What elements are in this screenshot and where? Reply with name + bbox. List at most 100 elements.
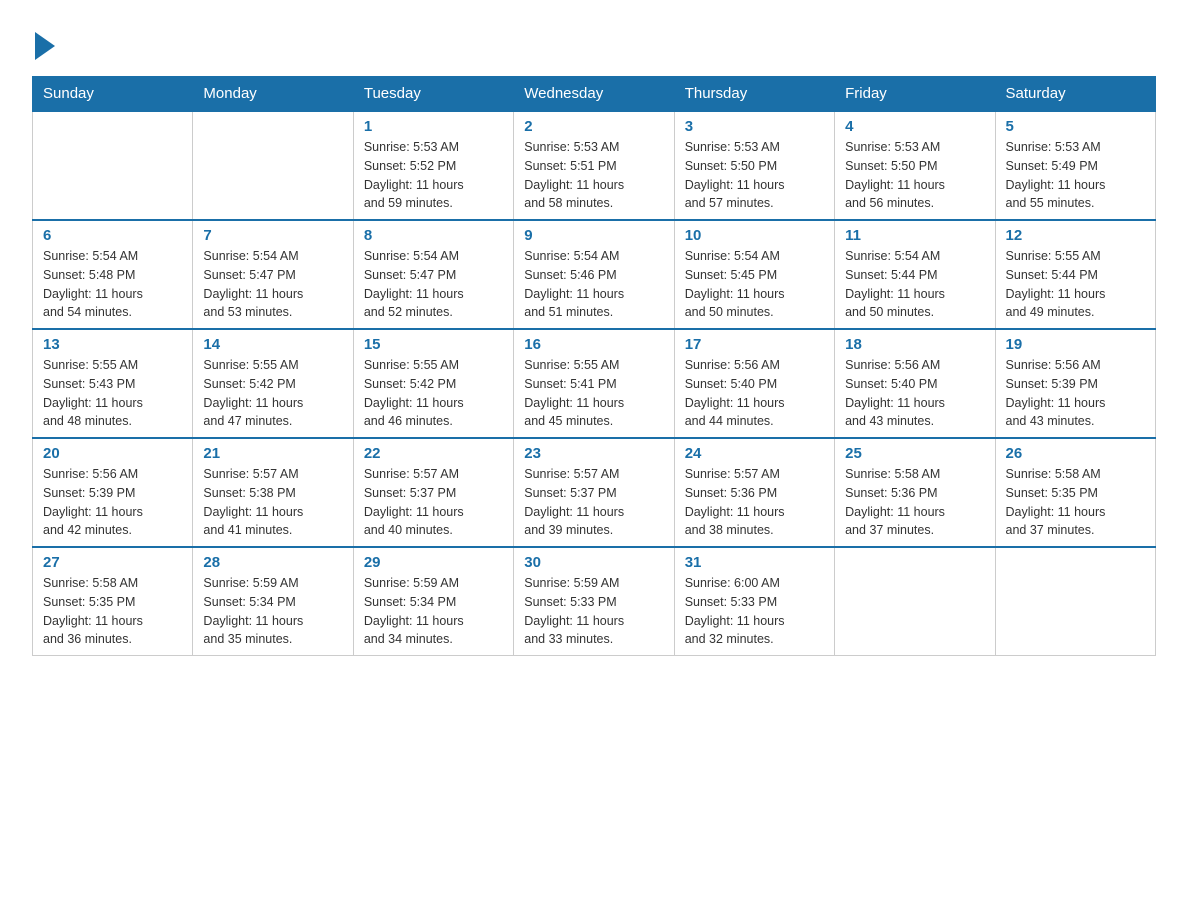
logo-arrow-icon: [35, 32, 55, 60]
weekday-header-tuesday: Tuesday: [353, 77, 513, 112]
calendar-cell: 27 Sunrise: 5:58 AM Sunset: 5:35 PM Dayli…: [33, 547, 193, 656]
day-number: 1: [364, 118, 503, 135]
weekday-header-monday: Monday: [193, 77, 353, 112]
calendar-cell: 10 Sunrise: 5:54 AM Sunset: 5:45 PM Dayli…: [674, 220, 834, 329]
header: [32, 24, 1156, 60]
day-info: Sunrise: 5:59 AM Sunset: 5:33 PM Dayligh…: [524, 574, 663, 649]
calendar-cell: 3Sunrise: 5:53 AM Sunset: 5:50 PM Daylig…: [674, 111, 834, 220]
calendar-cell: 24 Sunrise: 5:57 AM Sunset: 5:36 PM Dayli…: [674, 438, 834, 547]
day-number: 29: [364, 554, 503, 571]
day-number: 31: [685, 554, 824, 571]
day-number: 10: [685, 227, 824, 244]
calendar-cell: 11 Sunrise: 5:54 AM Sunset: 5:44 PM Dayli…: [835, 220, 995, 329]
day-info: Sunrise: 5:55 AM Sunset: 5:41 PM Dayligh…: [524, 356, 663, 431]
day-number: 15: [364, 336, 503, 353]
calendar-cell: 13 Sunrise: 5:55 AM Sunset: 5:43 PM Dayli…: [33, 329, 193, 438]
day-info: Sunrise: 5:56 AM Sunset: 5:40 PM Dayligh…: [845, 356, 984, 431]
day-info: Sunrise: 5:54 AM Sunset: 5:47 PM Dayligh…: [203, 247, 342, 322]
day-info: Sunrise: 5:55 AM Sunset: 5:44 PM Dayligh…: [1006, 247, 1145, 322]
calendar-cell: 15 Sunrise: 5:55 AM Sunset: 5:42 PM Dayli…: [353, 329, 513, 438]
calendar-cell: [33, 111, 193, 220]
weekday-header-saturday: Saturday: [995, 77, 1155, 112]
day-number: 8: [364, 227, 503, 244]
weekday-header-row: SundayMondayTuesdayWednesdayThursdayFrid…: [33, 77, 1156, 112]
day-info: Sunrise: 6:00 AM Sunset: 5:33 PM Dayligh…: [685, 574, 824, 649]
calendar-cell: 6 Sunrise: 5:54 AM Sunset: 5:48 PM Daylig…: [33, 220, 193, 329]
calendar-cell: 17 Sunrise: 5:56 AM Sunset: 5:40 PM Dayli…: [674, 329, 834, 438]
calendar-cell: 8 Sunrise: 5:54 AM Sunset: 5:47 PM Daylig…: [353, 220, 513, 329]
day-info: Sunrise: 5:57 AM Sunset: 5:38 PM Dayligh…: [203, 465, 342, 540]
weekday-header-sunday: Sunday: [33, 77, 193, 112]
day-info: Sunrise: 5:53 AM Sunset: 5:50 PM Dayligh…: [685, 138, 824, 213]
calendar-cell: 14 Sunrise: 5:55 AM Sunset: 5:42 PM Dayli…: [193, 329, 353, 438]
day-info: Sunrise: 5:56 AM Sunset: 5:40 PM Dayligh…: [685, 356, 824, 431]
day-number: 6: [43, 227, 182, 244]
calendar-cell: 23Sunrise: 5:57 AM Sunset: 5:37 PM Dayli…: [514, 438, 674, 547]
day-number: 11: [845, 227, 984, 244]
calendar-cell: 19Sunrise: 5:56 AM Sunset: 5:39 PM Dayli…: [995, 329, 1155, 438]
day-number: 16: [524, 336, 663, 353]
day-number: 17: [685, 336, 824, 353]
calendar-cell: 21 Sunrise: 5:57 AM Sunset: 5:38 PM Dayli…: [193, 438, 353, 547]
calendar-cell: 7Sunrise: 5:54 AM Sunset: 5:47 PM Daylig…: [193, 220, 353, 329]
calendar-cell: 20 Sunrise: 5:56 AM Sunset: 5:39 PM Dayli…: [33, 438, 193, 547]
day-info: Sunrise: 5:54 AM Sunset: 5:46 PM Dayligh…: [524, 247, 663, 322]
day-info: Sunrise: 5:53 AM Sunset: 5:52 PM Dayligh…: [364, 138, 503, 213]
day-info: Sunrise: 5:58 AM Sunset: 5:36 PM Dayligh…: [845, 465, 984, 540]
day-info: Sunrise: 5:57 AM Sunset: 5:37 PM Dayligh…: [364, 465, 503, 540]
calendar-table: SundayMondayTuesdayWednesdayThursdayFrid…: [32, 76, 1156, 656]
day-info: Sunrise: 5:56 AM Sunset: 5:39 PM Dayligh…: [43, 465, 182, 540]
calendar-cell: 29 Sunrise: 5:59 AM Sunset: 5:34 PM Dayli…: [353, 547, 513, 656]
day-number: 27: [43, 554, 182, 571]
calendar-cell: 26 Sunrise: 5:58 AM Sunset: 5:35 PM Dayli…: [995, 438, 1155, 547]
day-info: Sunrise: 5:55 AM Sunset: 5:42 PM Dayligh…: [203, 356, 342, 431]
week-row-3: 13 Sunrise: 5:55 AM Sunset: 5:43 PM Dayli…: [33, 329, 1156, 438]
day-number: 28: [203, 554, 342, 571]
calendar-cell: 12 Sunrise: 5:55 AM Sunset: 5:44 PM Dayli…: [995, 220, 1155, 329]
day-number: 14: [203, 336, 342, 353]
calendar-cell: [835, 547, 995, 656]
day-number: 30: [524, 554, 663, 571]
day-info: Sunrise: 5:55 AM Sunset: 5:43 PM Dayligh…: [43, 356, 182, 431]
day-number: 9: [524, 227, 663, 244]
day-info: Sunrise: 5:55 AM Sunset: 5:42 PM Dayligh…: [364, 356, 503, 431]
day-info: Sunrise: 5:58 AM Sunset: 5:35 PM Dayligh…: [1006, 465, 1145, 540]
calendar-cell: 2 Sunrise: 5:53 AM Sunset: 5:51 PM Daylig…: [514, 111, 674, 220]
day-number: 21: [203, 445, 342, 462]
day-number: 26: [1006, 445, 1145, 462]
day-number: 22: [364, 445, 503, 462]
calendar-cell: 30 Sunrise: 5:59 AM Sunset: 5:33 PM Dayli…: [514, 547, 674, 656]
day-info: Sunrise: 5:54 AM Sunset: 5:47 PM Dayligh…: [364, 247, 503, 322]
day-number: 2: [524, 118, 663, 135]
calendar-cell: 4Sunrise: 5:53 AM Sunset: 5:50 PM Daylig…: [835, 111, 995, 220]
day-info: Sunrise: 5:58 AM Sunset: 5:35 PM Dayligh…: [43, 574, 182, 649]
logo: [32, 24, 55, 60]
calendar-cell: 28 Sunrise: 5:59 AM Sunset: 5:34 PM Dayli…: [193, 547, 353, 656]
week-row-1: 1 Sunrise: 5:53 AM Sunset: 5:52 PM Daylig…: [33, 111, 1156, 220]
day-info: Sunrise: 5:57 AM Sunset: 5:36 PM Dayligh…: [685, 465, 824, 540]
day-number: 5: [1006, 118, 1145, 135]
calendar-cell: 9 Sunrise: 5:54 AM Sunset: 5:46 PM Daylig…: [514, 220, 674, 329]
day-info: Sunrise: 5:53 AM Sunset: 5:51 PM Dayligh…: [524, 138, 663, 213]
day-number: 25: [845, 445, 984, 462]
day-number: 13: [43, 336, 182, 353]
calendar-cell: 31 Sunrise: 6:00 AM Sunset: 5:33 PM Dayli…: [674, 547, 834, 656]
week-row-2: 6 Sunrise: 5:54 AM Sunset: 5:48 PM Daylig…: [33, 220, 1156, 329]
calendar-cell: 5Sunrise: 5:53 AM Sunset: 5:49 PM Daylig…: [995, 111, 1155, 220]
calendar-cell: [193, 111, 353, 220]
day-info: Sunrise: 5:59 AM Sunset: 5:34 PM Dayligh…: [203, 574, 342, 649]
day-number: 18: [845, 336, 984, 353]
calendar-cell: 16 Sunrise: 5:55 AM Sunset: 5:41 PM Dayli…: [514, 329, 674, 438]
day-info: Sunrise: 5:59 AM Sunset: 5:34 PM Dayligh…: [364, 574, 503, 649]
day-info: Sunrise: 5:53 AM Sunset: 5:50 PM Dayligh…: [845, 138, 984, 213]
day-number: 24: [685, 445, 824, 462]
week-row-4: 20 Sunrise: 5:56 AM Sunset: 5:39 PM Dayli…: [33, 438, 1156, 547]
calendar-cell: 18 Sunrise: 5:56 AM Sunset: 5:40 PM Dayli…: [835, 329, 995, 438]
week-row-5: 27 Sunrise: 5:58 AM Sunset: 5:35 PM Dayli…: [33, 547, 1156, 656]
day-number: 23: [524, 445, 663, 462]
day-info: Sunrise: 5:54 AM Sunset: 5:45 PM Dayligh…: [685, 247, 824, 322]
day-number: 20: [43, 445, 182, 462]
day-number: 12: [1006, 227, 1145, 244]
day-info: Sunrise: 5:54 AM Sunset: 5:48 PM Dayligh…: [43, 247, 182, 322]
day-info: Sunrise: 5:54 AM Sunset: 5:44 PM Dayligh…: [845, 247, 984, 322]
